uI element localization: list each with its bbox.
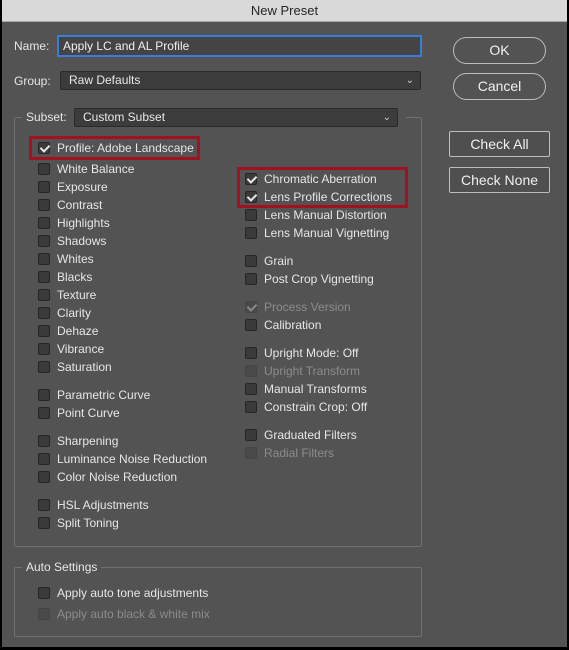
- check-all-button[interactable]: Check All: [449, 131, 550, 157]
- checkbox-exposure[interactable]: [38, 181, 50, 193]
- checkbox-label: Shadows: [57, 234, 107, 248]
- checkbox-process-version: [245, 301, 257, 313]
- checkbox-label: Upright Transform: [264, 364, 361, 378]
- checkbox-label: Exposure: [57, 180, 108, 194]
- auto-settings-legend: Auto Settings: [22, 559, 102, 575]
- checkbox-split-toning[interactable]: [38, 517, 50, 529]
- auto-settings-groupbox: [14, 567, 422, 637]
- checkbox-label: Blacks: [57, 270, 93, 284]
- checkbox-sharpening[interactable]: [38, 435, 50, 447]
- checkbox-label: Texture: [57, 288, 97, 302]
- checkbox-label: Manual Transforms: [264, 382, 367, 396]
- group-select-value: Raw Defaults: [69, 73, 141, 87]
- checkbox-label: Radial Filters: [264, 446, 335, 460]
- checkbox-clarity[interactable]: [38, 307, 50, 319]
- checkbox-label: Highlights: [57, 216, 110, 230]
- checkbox-label: Dehaze: [57, 324, 99, 338]
- checkbox-saturation[interactable]: [38, 361, 50, 373]
- checkbox-label: Post Crop Vignetting: [264, 272, 374, 286]
- checkbox-label: HSL Adjustments: [57, 498, 149, 512]
- checkbox-grain[interactable]: [245, 255, 257, 267]
- auto-settings-title: Auto Settings: [26, 560, 98, 574]
- checkbox-texture[interactable]: [38, 289, 50, 301]
- checkbox-label: Apply auto tone adjustments: [57, 586, 209, 600]
- checkbox-parametric-curve[interactable]: [38, 389, 50, 401]
- checkbox-label: Saturation: [57, 360, 112, 374]
- chevron-down-icon: ⌄: [405, 75, 414, 86]
- checkbox-label: Grain: [264, 254, 294, 268]
- checkbox-label: Constrain Crop: Off: [264, 400, 368, 414]
- checkbox-hsl-adjustments[interactable]: [38, 499, 50, 511]
- name-label: Name:: [14, 39, 50, 53]
- checkbox-dehaze[interactable]: [38, 325, 50, 337]
- new-preset-dialog: New Preset Name: Group: Raw Defaults ⌄ S…: [2, 0, 567, 648]
- checkbox-label: Graduated Filters: [264, 428, 357, 442]
- checkbox-apply-auto-black-white-mix: [38, 608, 50, 620]
- checkbox-luminance-noise-reduction[interactable]: [38, 453, 50, 465]
- checkbox-label: Process Version: [264, 300, 351, 314]
- window-title: New Preset: [250, 3, 319, 18]
- checkbox-apply-auto-tone-adjustments[interactable]: [38, 587, 50, 599]
- checkbox-label: Whites: [57, 252, 94, 266]
- title-bar: New Preset: [2, 0, 567, 22]
- checkbox-contrast[interactable]: [38, 199, 50, 211]
- checkbox-label: Contrast: [57, 198, 103, 212]
- checkbox-label: Sharpening: [57, 434, 119, 448]
- subset-label: Subset:: [26, 110, 67, 124]
- checkbox-label: Apply auto black & white mix: [57, 607, 210, 621]
- checkbox-label: Point Curve: [57, 406, 120, 420]
- checkbox-shadows[interactable]: [38, 235, 50, 247]
- checkbox-label: Upright Mode: Off: [264, 346, 359, 360]
- checkbox-vibrance[interactable]: [38, 343, 50, 355]
- checkbox-color-noise-reduction[interactable]: [38, 471, 50, 483]
- checkbox-whites[interactable]: [38, 253, 50, 265]
- checkbox-constrain-crop-off[interactable]: [245, 401, 257, 413]
- checkbox-graduated-filters[interactable]: [245, 429, 257, 441]
- subset-select[interactable]: Custom Subset ⌄: [74, 108, 398, 127]
- checkbox-radial-filters: [245, 447, 257, 459]
- checkbox-label: Luminance Noise Reduction: [57, 452, 208, 466]
- group-label: Group:: [14, 74, 51, 88]
- subset-legend: Subset: Custom Subset ⌄: [22, 108, 406, 127]
- checkbox-label: Vibrance: [57, 342, 105, 356]
- checkbox-label: Lens Manual Distortion: [264, 208, 387, 222]
- chevron-down-icon: ⌄: [382, 112, 391, 123]
- checkbox-blacks[interactable]: [38, 271, 50, 283]
- checkbox-point-curve[interactable]: [38, 407, 50, 419]
- checkbox-lens-manual-vignetting[interactable]: [245, 227, 257, 239]
- checkbox-label: Color Noise Reduction: [57, 470, 178, 484]
- check-none-button[interactable]: Check None: [449, 167, 550, 193]
- highlight-profile: [29, 136, 200, 160]
- checkbox-label: Lens Manual Vignetting: [264, 226, 390, 240]
- ok-button[interactable]: OK: [453, 37, 546, 64]
- checkbox-upright-mode-off[interactable]: [245, 347, 257, 359]
- name-input[interactable]: [58, 36, 421, 56]
- checkbox-label: Split Toning: [57, 516, 119, 530]
- checkbox-upright-transform: [245, 365, 257, 377]
- checkbox-calibration[interactable]: [245, 319, 257, 331]
- checkbox-post-crop-vignetting[interactable]: [245, 273, 257, 285]
- checkbox-highlights[interactable]: [38, 217, 50, 229]
- checkbox-white-balance[interactable]: [38, 163, 50, 175]
- checkbox-label: Calibration: [264, 318, 322, 332]
- checkbox-label: Clarity: [57, 306, 92, 320]
- checkbox-label: White Balance: [57, 162, 135, 176]
- checkbox-lens-manual-distortion[interactable]: [245, 209, 257, 221]
- cancel-button[interactable]: Cancel: [453, 73, 546, 100]
- checkbox-label: Parametric Curve: [57, 388, 151, 402]
- checkbox-manual-transforms[interactable]: [245, 383, 257, 395]
- group-select[interactable]: Raw Defaults ⌄: [60, 71, 421, 90]
- subset-select-value: Custom Subset: [83, 110, 166, 124]
- highlight-lens-corrections: [237, 167, 408, 208]
